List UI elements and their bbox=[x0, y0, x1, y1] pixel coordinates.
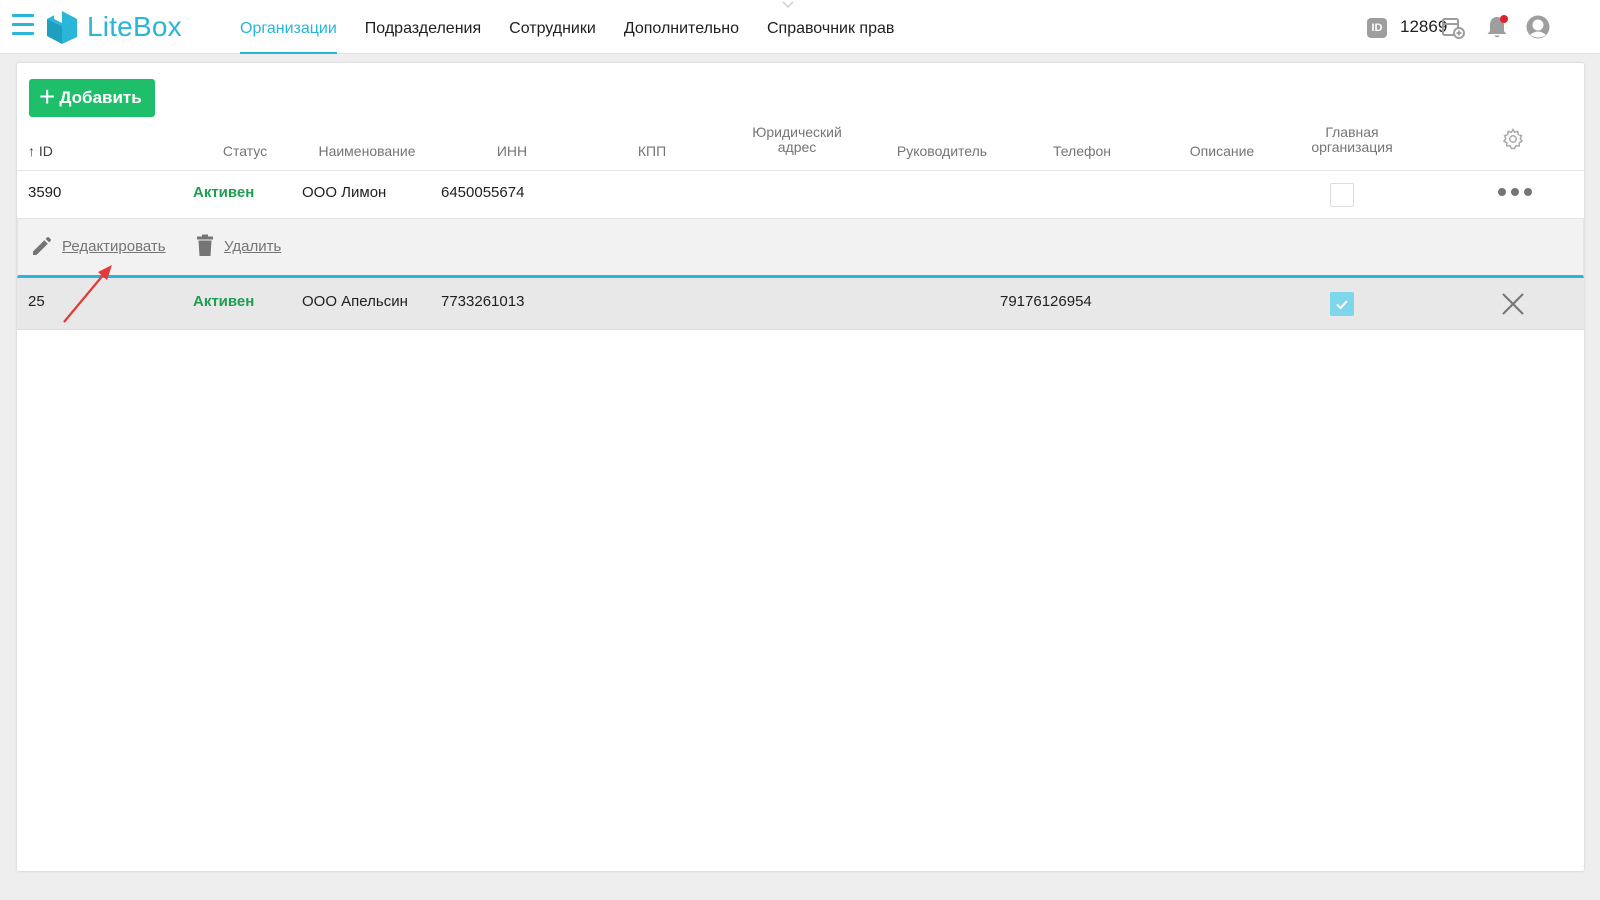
cell-phone: 79176126954 bbox=[1000, 293, 1092, 310]
column-header-status[interactable]: Статус bbox=[195, 144, 295, 159]
cell-status: Активен bbox=[193, 184, 255, 201]
trash-icon bbox=[197, 234, 213, 256]
edit-action[interactable]: Редактировать bbox=[30, 233, 166, 259]
table-row[interactable]: 25 Активен ООО Апельсин 7733261013 79176… bbox=[17, 278, 1584, 330]
main-nav: Организации Подразделения Сотрудники Доп… bbox=[240, 0, 922, 54]
edit-action-label: Редактировать bbox=[62, 237, 166, 255]
pencil-icon bbox=[33, 237, 51, 255]
table-row[interactable]: 3590 Активен ООО Лимон 6450055674 bbox=[17, 171, 1584, 218]
row-actions-panel: Редактировать Удалить bbox=[17, 218, 1584, 278]
column-header-description[interactable]: Описание bbox=[1167, 144, 1277, 159]
column-header-main-org[interactable]: Главная организация bbox=[1292, 125, 1412, 155]
delete-action[interactable]: Удалить bbox=[194, 233, 281, 259]
cell-inn: 6450055674 bbox=[441, 184, 525, 201]
nav-tab-additional[interactable]: Дополнительно bbox=[624, 0, 739, 54]
cell-id: 25 bbox=[28, 293, 45, 310]
nav-tab-departments[interactable]: Подразделения bbox=[365, 0, 481, 54]
column-header-legal-address[interactable]: Юридический адрес bbox=[742, 125, 852, 155]
menu-hamburger-icon[interactable] bbox=[12, 14, 34, 38]
delete-action-label: Удалить bbox=[224, 237, 282, 255]
litebox-cube-icon bbox=[47, 11, 77, 44]
notification-dot bbox=[1500, 15, 1508, 23]
register-add-icon[interactable] bbox=[1440, 14, 1466, 40]
chevron-down-icon[interactable] bbox=[781, 0, 795, 10]
column-header-director[interactable]: Руководитель bbox=[887, 144, 997, 159]
top-bar: LiteBox Организации Подразделения Сотруд… bbox=[0, 0, 1600, 54]
cell-name: ООО Лимон bbox=[302, 184, 387, 201]
bell-icon[interactable] bbox=[1484, 14, 1510, 40]
column-header-kpp[interactable]: КПП bbox=[612, 144, 692, 159]
user-avatar-icon[interactable] bbox=[1525, 14, 1551, 40]
close-icon[interactable] bbox=[1501, 292, 1525, 316]
nav-tab-employees[interactable]: Сотрудники bbox=[509, 0, 596, 54]
add-button-label: Добавить bbox=[59, 88, 142, 107]
cell-id: 3590 bbox=[28, 184, 62, 201]
column-header-name[interactable]: Наименование bbox=[302, 144, 432, 159]
gear-icon[interactable] bbox=[1501, 127, 1525, 151]
table-header: ↑ ID Статус Наименование ИНН КПП Юридиче… bbox=[17, 119, 1584, 171]
arrow-up-icon: ↑ bbox=[28, 143, 35, 159]
column-header-inn[interactable]: ИНН bbox=[472, 144, 552, 159]
id-badge-icon: ID bbox=[1367, 18, 1387, 38]
cell-status: Активен bbox=[193, 293, 255, 310]
cell-name: ООО Апельсин bbox=[302, 293, 408, 310]
organizations-card: + Добавить ↑ ID Статус Наименование ИНН … bbox=[17, 63, 1584, 871]
nav-tab-organizations[interactable]: Организации bbox=[240, 0, 337, 54]
main-org-checkbox[interactable] bbox=[1330, 183, 1354, 207]
main-org-checkbox[interactable] bbox=[1330, 292, 1354, 316]
cell-inn: 7733261013 bbox=[441, 293, 525, 310]
plus-icon: + bbox=[39, 80, 56, 112]
app-logo[interactable]: LiteBox bbox=[45, 8, 182, 46]
add-button[interactable]: + Добавить bbox=[29, 79, 155, 117]
logo-text: LiteBox bbox=[87, 11, 182, 42]
column-header-id[interactable]: ↑ ID bbox=[28, 144, 53, 159]
more-dots-icon[interactable] bbox=[1497, 186, 1533, 198]
check-icon bbox=[1336, 300, 1348, 310]
column-header-phone[interactable]: Телефон bbox=[1032, 144, 1132, 159]
